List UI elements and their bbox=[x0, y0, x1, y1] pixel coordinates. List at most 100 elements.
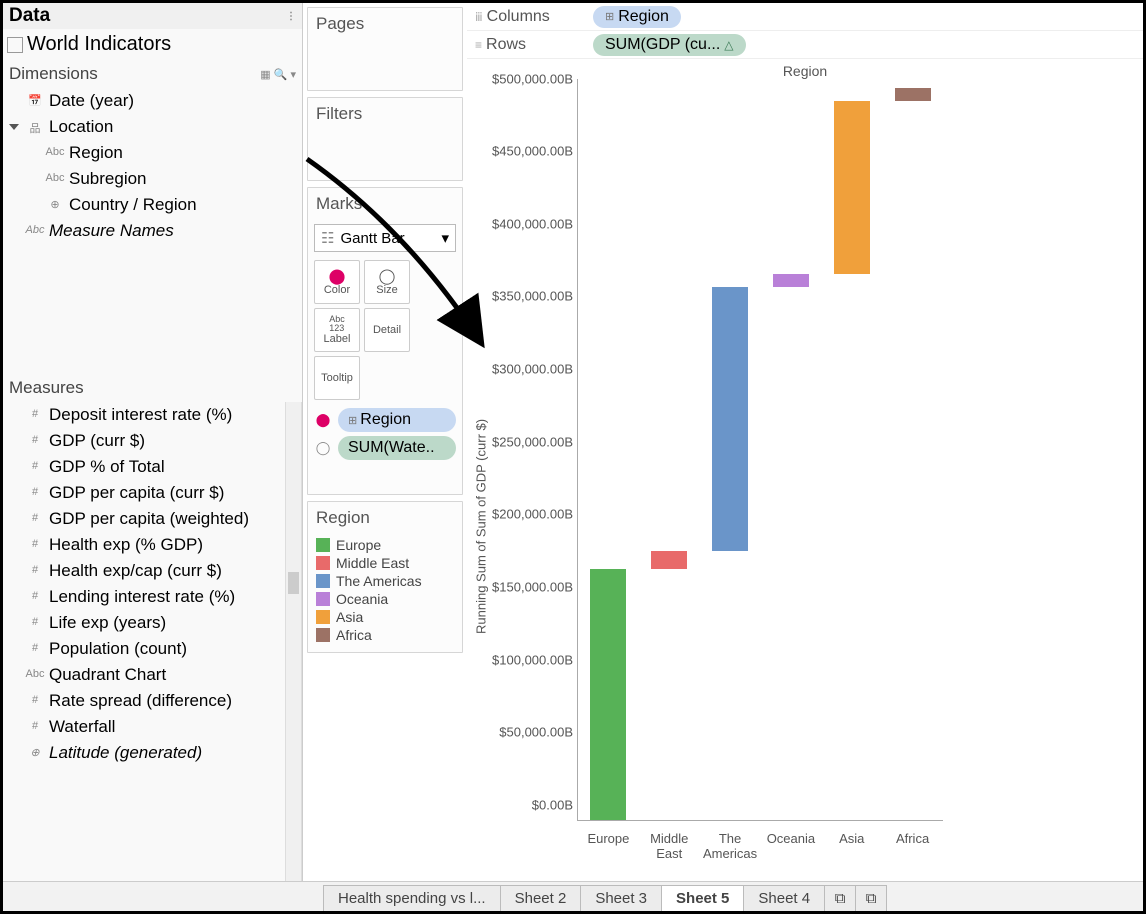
marks-tooltip-button[interactable]: Tooltip bbox=[314, 356, 360, 400]
measure-item[interactable]: #Life exp (years) bbox=[3, 610, 301, 636]
measure-item[interactable]: #GDP per capita (weighted) bbox=[3, 506, 301, 532]
columns-shelf[interactable]: ⅲ Columns ⊞Region bbox=[467, 3, 1143, 31]
number-icon: # bbox=[25, 486, 45, 498]
columns-icon: ⅲ bbox=[475, 10, 483, 24]
measure-item[interactable]: #Deposit interest rate (%) bbox=[3, 402, 301, 428]
number-icon: # bbox=[25, 616, 45, 628]
number-icon: Abc bbox=[25, 668, 45, 680]
sheet-tabs: Health spending vs l...Sheet 2Sheet 3She… bbox=[3, 881, 1143, 911]
rows-shelf[interactable]: ≡Rows SUM(GDP (cu...△ bbox=[467, 31, 1143, 59]
marks-card: Marks ☷Gantt Bar ▾ ⬤Color ◯Size Abc123La… bbox=[307, 187, 463, 495]
sheet-tab[interactable]: Sheet 5 bbox=[661, 885, 744, 911]
scrollbar-thumb[interactable] bbox=[288, 572, 299, 594]
measure-item[interactable]: #GDP (curr $) bbox=[3, 428, 301, 454]
chart-canvas[interactable]: Region Running Sum of Sum of GDP (curr $… bbox=[467, 59, 1143, 881]
legend-item[interactable]: Africa bbox=[316, 626, 454, 644]
measure-item[interactable]: #Health exp/cap (curr $) bbox=[3, 558, 301, 584]
dimensions-section: Dimensions ▦ 🔍 ▾ bbox=[3, 60, 302, 88]
legend-item[interactable]: Oceania bbox=[316, 590, 454, 608]
legend-item[interactable]: Asia bbox=[316, 608, 454, 626]
y-tick: $250,000.00B bbox=[483, 434, 573, 449]
dimensions-tools-icon[interactable]: ▦ 🔍 ▾ bbox=[260, 68, 296, 81]
legend-swatch bbox=[316, 538, 330, 552]
x-tick: Oceania bbox=[760, 832, 821, 862]
measure-item[interactable]: #Rate spread (difference) bbox=[3, 688, 301, 714]
new-sheet-button[interactable]: ⧉ bbox=[855, 885, 887, 911]
plot-area: EuropeMiddleEastTheAmericasOceaniaAsiaAf… bbox=[577, 79, 943, 821]
filters-shelf[interactable]: Filters bbox=[307, 97, 463, 181]
legend-swatch bbox=[316, 574, 330, 588]
number-icon: # bbox=[25, 434, 45, 446]
bar-asia[interactable] bbox=[834, 101, 870, 274]
dim-location[interactable]: 品Location bbox=[3, 114, 302, 140]
data-panel: Data ⋮ World Indicators Dimensions ▦ 🔍 ▾… bbox=[3, 3, 303, 881]
expand-icon[interactable] bbox=[9, 124, 19, 135]
dim-date[interactable]: 📅Date (year) bbox=[3, 88, 302, 114]
y-tick: $300,000.00B bbox=[483, 362, 573, 377]
columns-label: Columns bbox=[487, 8, 550, 26]
marks-pill-sum[interactable]: SUM(Wate.. bbox=[338, 436, 456, 460]
legend-item[interactable]: The Americas bbox=[316, 572, 454, 590]
marks-detail-button[interactable]: Detail bbox=[364, 308, 410, 352]
measure-item[interactable]: #GDP per capita (curr $) bbox=[3, 480, 301, 506]
columns-pill-region[interactable]: ⊞Region bbox=[593, 6, 681, 28]
calendar-icon: 📅 bbox=[25, 94, 45, 107]
dim-country[interactable]: ⊕Country / Region bbox=[3, 192, 302, 218]
y-tick: $100,000.00B bbox=[483, 652, 573, 667]
mark-type-select[interactable]: ☷Gantt Bar ▾ bbox=[314, 224, 456, 252]
marks-pill-region[interactable]: ⊞ Region bbox=[338, 408, 456, 432]
sheet-tab[interactable]: Sheet 3 bbox=[580, 885, 662, 911]
number-icon: ⊕ bbox=[25, 746, 45, 759]
legend-item[interactable]: Europe bbox=[316, 536, 454, 554]
x-tick: Europe bbox=[578, 832, 639, 862]
rows-pill-gdp[interactable]: SUM(GDP (cu...△ bbox=[593, 34, 746, 56]
pages-label: Pages bbox=[308, 8, 462, 40]
dim-measure-names[interactable]: AbcMeasure Names bbox=[3, 218, 302, 244]
y-tick: $450,000.00B bbox=[483, 144, 573, 159]
dimensions-label: Dimensions bbox=[9, 64, 98, 84]
data-header-menu-icon[interactable]: ⋮ bbox=[286, 11, 296, 22]
marks-label: Marks bbox=[308, 188, 462, 220]
chevron-down-icon: ▾ bbox=[441, 229, 449, 247]
marks-label-button[interactable]: Abc123Label bbox=[314, 308, 360, 352]
sheet-tab[interactable]: Sheet 4 bbox=[743, 885, 825, 911]
sheet-tab[interactable]: Sheet 2 bbox=[500, 885, 582, 911]
new-sheet-button[interactable]: ⧉ bbox=[824, 885, 856, 911]
color-legend: Region EuropeMiddle EastThe AmericasOcea… bbox=[307, 501, 463, 653]
datasource-name[interactable]: World Indicators bbox=[3, 29, 302, 60]
marks-size-button[interactable]: ◯Size bbox=[364, 260, 410, 304]
data-header-title: Data bbox=[9, 5, 50, 27]
size-icon: ◯ bbox=[314, 439, 332, 457]
y-tick: $400,000.00B bbox=[483, 216, 573, 231]
bar-the-americas[interactable] bbox=[712, 287, 748, 551]
number-icon: # bbox=[25, 538, 45, 550]
dim-subregion[interactable]: AbcSubregion bbox=[3, 166, 302, 192]
measure-item[interactable]: #GDP % of Total bbox=[3, 454, 301, 480]
legend-swatch bbox=[316, 556, 330, 570]
legend-swatch bbox=[316, 592, 330, 606]
number-icon: # bbox=[25, 460, 45, 472]
sheet-tab[interactable]: Health spending vs l... bbox=[323, 885, 501, 911]
y-axis-label: Running Sum of Sum of GDP (curr $) bbox=[474, 419, 489, 634]
legend-item[interactable]: Middle East bbox=[316, 554, 454, 572]
bar-middle-east[interactable] bbox=[651, 551, 687, 568]
measure-item[interactable]: ⊕Latitude (generated) bbox=[3, 740, 301, 766]
measures-section: Measures bbox=[3, 374, 302, 402]
measure-item[interactable]: AbcQuadrant Chart bbox=[3, 662, 301, 688]
measure-item[interactable]: #Waterfall bbox=[3, 714, 301, 740]
measure-item[interactable]: #Lending interest rate (%) bbox=[3, 584, 301, 610]
bar-oceania[interactable] bbox=[773, 274, 809, 287]
x-tick: Asia bbox=[821, 832, 882, 862]
data-header: Data ⋮ bbox=[3, 3, 302, 29]
bar-africa[interactable] bbox=[895, 88, 931, 101]
measure-item[interactable]: #Population (count) bbox=[3, 636, 301, 662]
number-icon: # bbox=[25, 590, 45, 602]
number-icon: # bbox=[25, 642, 45, 654]
bar-europe[interactable] bbox=[590, 569, 626, 820]
dim-region[interactable]: AbcRegion bbox=[3, 140, 302, 166]
marks-color-button[interactable]: ⬤Color bbox=[314, 260, 360, 304]
pages-shelf[interactable]: Pages bbox=[307, 7, 463, 91]
legend-swatch bbox=[316, 610, 330, 624]
scrollbar[interactable] bbox=[285, 402, 301, 881]
measure-item[interactable]: #Health exp (% GDP) bbox=[3, 532, 301, 558]
